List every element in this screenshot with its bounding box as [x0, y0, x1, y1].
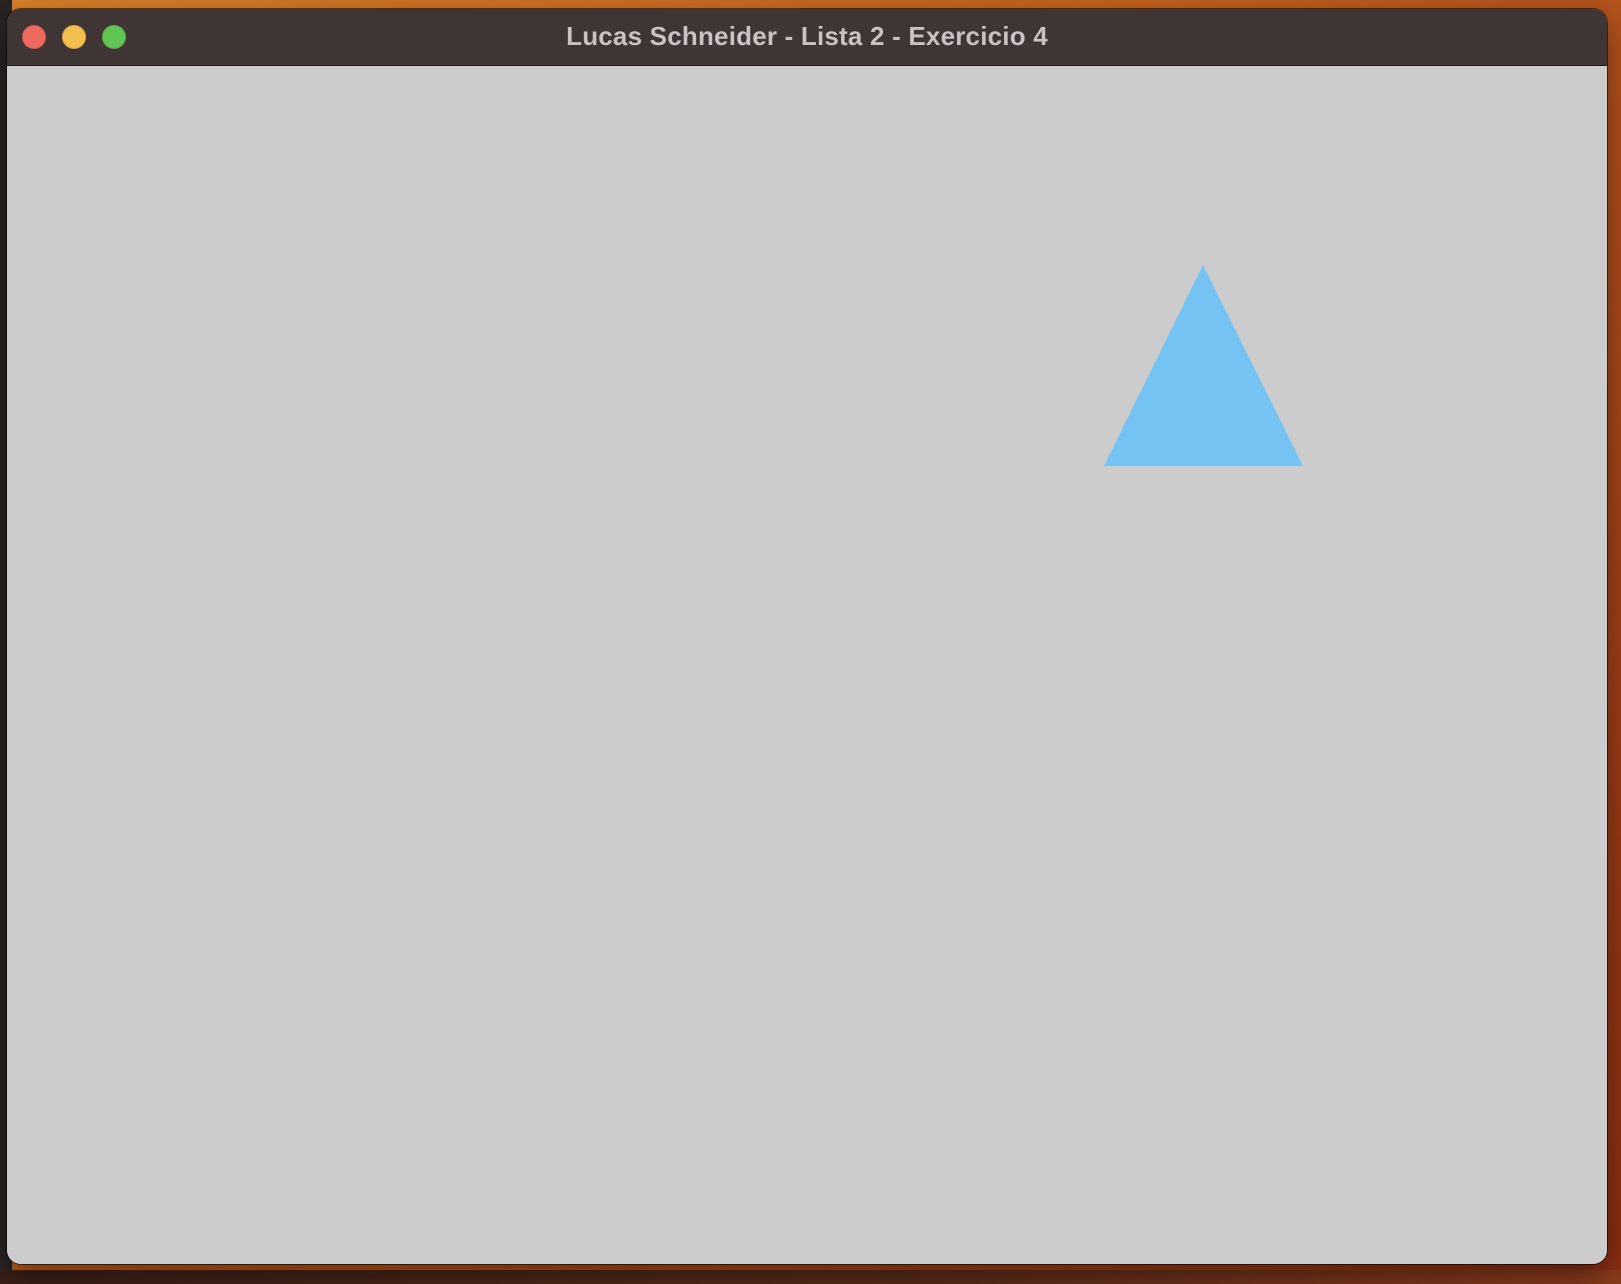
window-titlebar[interactable]: Lucas Schneider - Lista 2 - Exercicio 4	[7, 9, 1607, 66]
window-title: Lucas Schneider - Lista 2 - Exercicio 4	[566, 21, 1048, 51]
app-window: Lucas Schneider - Lista 2 - Exercicio 4	[7, 9, 1607, 1264]
canvas-svg	[1104, 265, 1303, 466]
blue-triangle	[1104, 265, 1303, 466]
desktop-bottom-strip	[0, 1270, 1621, 1284]
drawing-canvas[interactable]	[7, 66, 1607, 1264]
